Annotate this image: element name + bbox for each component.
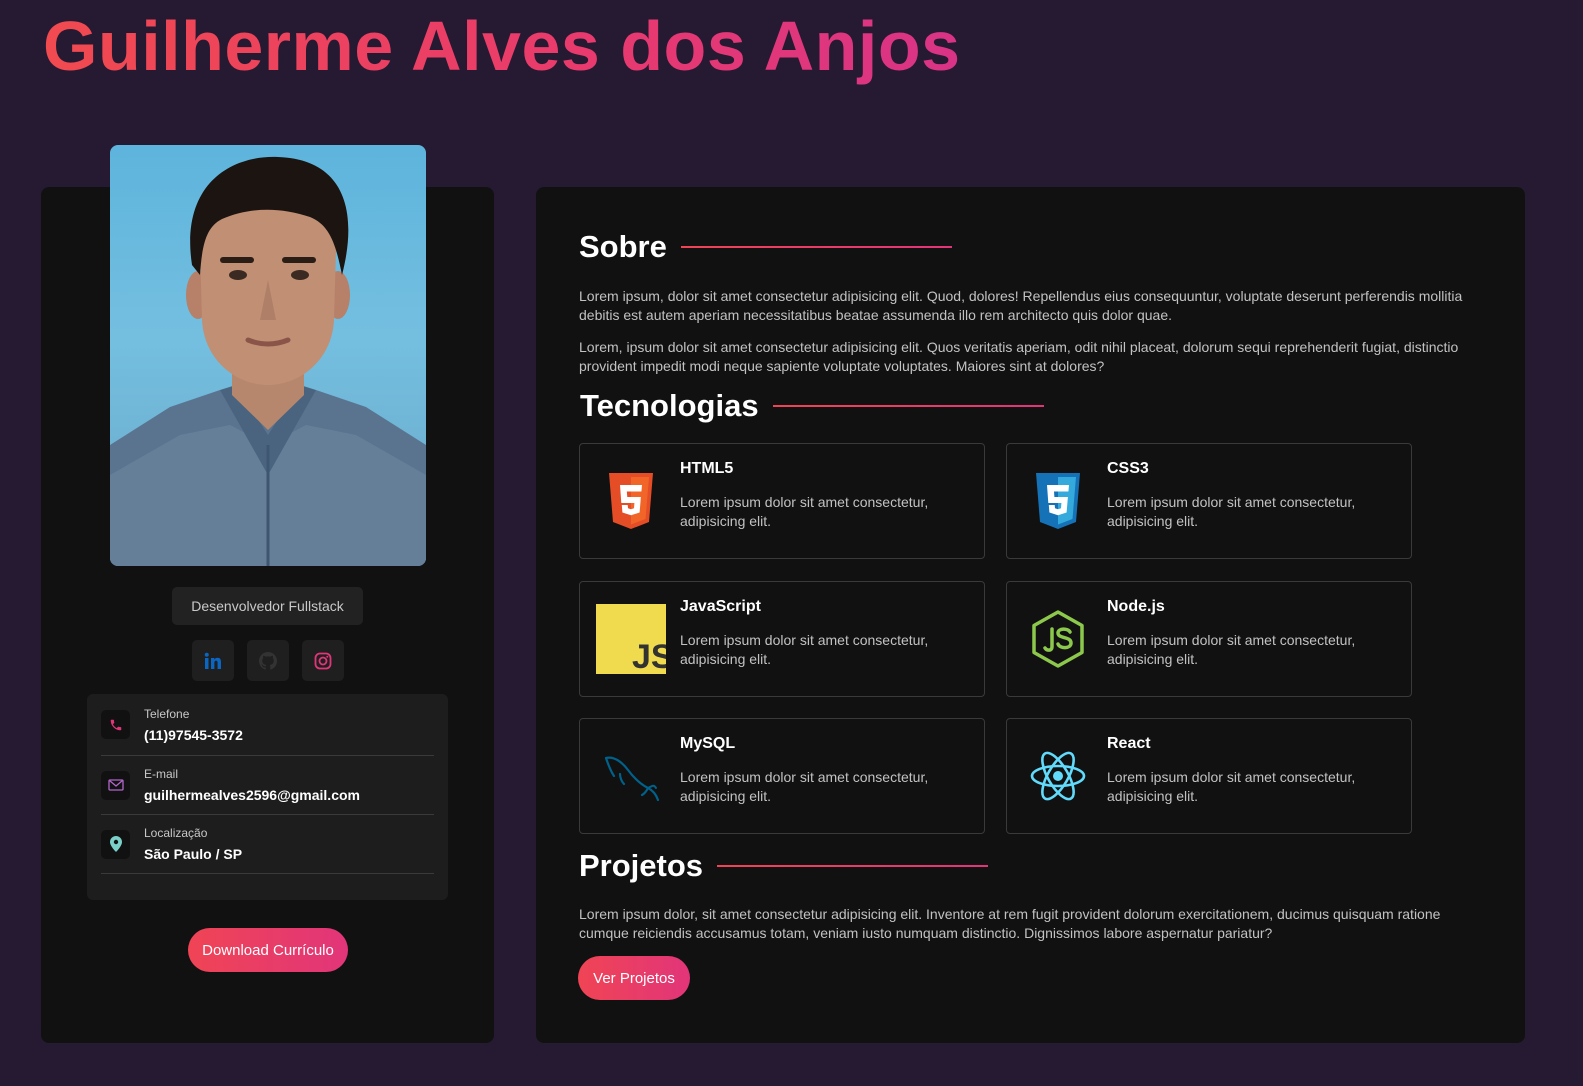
projects-description: Lorem ipsum dolor, sit amet consectetur …	[579, 906, 1441, 941]
about-title-divider	[680, 246, 952, 248]
tech-description: Lorem ipsum dolor sit amet consectetur, …	[1107, 494, 1356, 529]
tech-description: Lorem ipsum dolor sit amet consectetur, …	[1107, 769, 1356, 804]
location-icon	[109, 836, 122, 852]
contact-email: E-mail guilhermealves2596@gmail.com	[101, 756, 434, 815]
avatar	[110, 145, 426, 566]
contact-label: Localização	[144, 826, 208, 840]
tech-description: Lorem ipsum dolor sit amet consectetur, …	[1107, 632, 1356, 667]
download-cv-button[interactable]: Download Currículo	[188, 928, 348, 972]
tech-name: HTML5	[680, 460, 734, 477]
technologies-title: Tecnologias	[580, 388, 759, 423]
about-title: Sobre	[579, 229, 667, 264]
mysql-icon	[604, 756, 660, 802]
profile-photo	[110, 156, 426, 566]
react-icon	[1030, 751, 1086, 801]
phone-icon	[110, 719, 121, 730]
tech-description: Lorem ipsum dolor sit amet consectetur, …	[680, 769, 929, 804]
contact-location: Localização São Paulo / SP	[101, 815, 434, 874]
instagram-icon	[314, 652, 332, 669]
tech-name: React	[1107, 735, 1151, 752]
tech-description: Lorem ipsum dolor sit amet consectetur, …	[680, 494, 929, 529]
contact-label: Telefone	[144, 706, 190, 721]
instagram-button[interactable]	[302, 640, 344, 681]
tech-card-mysql: MySQL Lorem ipsum dolor sit amet consect…	[579, 718, 985, 834]
social-links	[192, 640, 344, 681]
contact-list: Telefone (11)97545-3572 E-mail guilherme…	[87, 694, 448, 900]
email-value[interactable]: guilhermealves2596@gmail.com	[144, 787, 360, 803]
tech-name: CSS3	[1107, 460, 1149, 477]
about-heading: Sobre	[579, 229, 952, 265]
view-projects-button[interactable]: Ver Projetos	[578, 956, 690, 1000]
contact-label: E-mail	[144, 767, 179, 781]
about-paragraph-2: Lorem, ipsum dolor sit amet consectetur …	[579, 339, 1459, 374]
tech-name: Node.js	[1107, 598, 1165, 615]
tech-description: Lorem ipsum dolor sit amet consectetur, …	[680, 632, 929, 667]
css3-icon	[1036, 473, 1080, 529]
page-title: Guilherme Alves dos Anjos	[43, 7, 961, 85]
technologies-title-divider	[772, 405, 1044, 407]
mail-icon	[107, 779, 124, 791]
tech-card-html5: HTML5 Lorem ipsum dolor sit amet consect…	[579, 443, 985, 559]
location-value: São Paulo / SP	[144, 846, 243, 862]
tech-card-javascript: JS JavaScript Lorem ipsum dolor sit amet…	[579, 581, 985, 697]
role-badge: Desenvolvedor Fullstack	[172, 587, 363, 625]
github-button[interactable]	[247, 640, 289, 681]
tech-card-react: React Lorem ipsum dolor sit amet consect…	[1006, 718, 1412, 834]
html5-icon	[609, 473, 653, 529]
technologies-heading: Tecnologias	[580, 388, 1044, 424]
linkedin-button[interactable]	[192, 640, 234, 681]
tech-card-nodejs: Node.js Lorem ipsum dolor sit amet conse…	[1006, 581, 1412, 697]
projects-heading: Projetos	[579, 848, 989, 884]
projects-title-divider	[717, 865, 989, 867]
javascript-icon: JS	[596, 604, 666, 674]
projects-title: Projetos	[579, 848, 704, 883]
contact-phone: Telefone (11)97545-3572	[101, 694, 434, 756]
tech-name: MySQL	[680, 735, 736, 752]
github-icon	[259, 651, 277, 670]
nodejs-icon	[1032, 610, 1084, 668]
about-paragraph-1: Lorem ipsum, dolor sit amet consectetur …	[579, 288, 1463, 323]
phone-value[interactable]: (11)97545-3572	[144, 727, 243, 743]
linkedin-icon	[204, 652, 221, 669]
tech-card-css3: CSS3 Lorem ipsum dolor sit amet consecte…	[1006, 443, 1412, 559]
tech-name: JavaScript	[680, 598, 761, 615]
javascript-badge-text: JS	[632, 638, 666, 674]
